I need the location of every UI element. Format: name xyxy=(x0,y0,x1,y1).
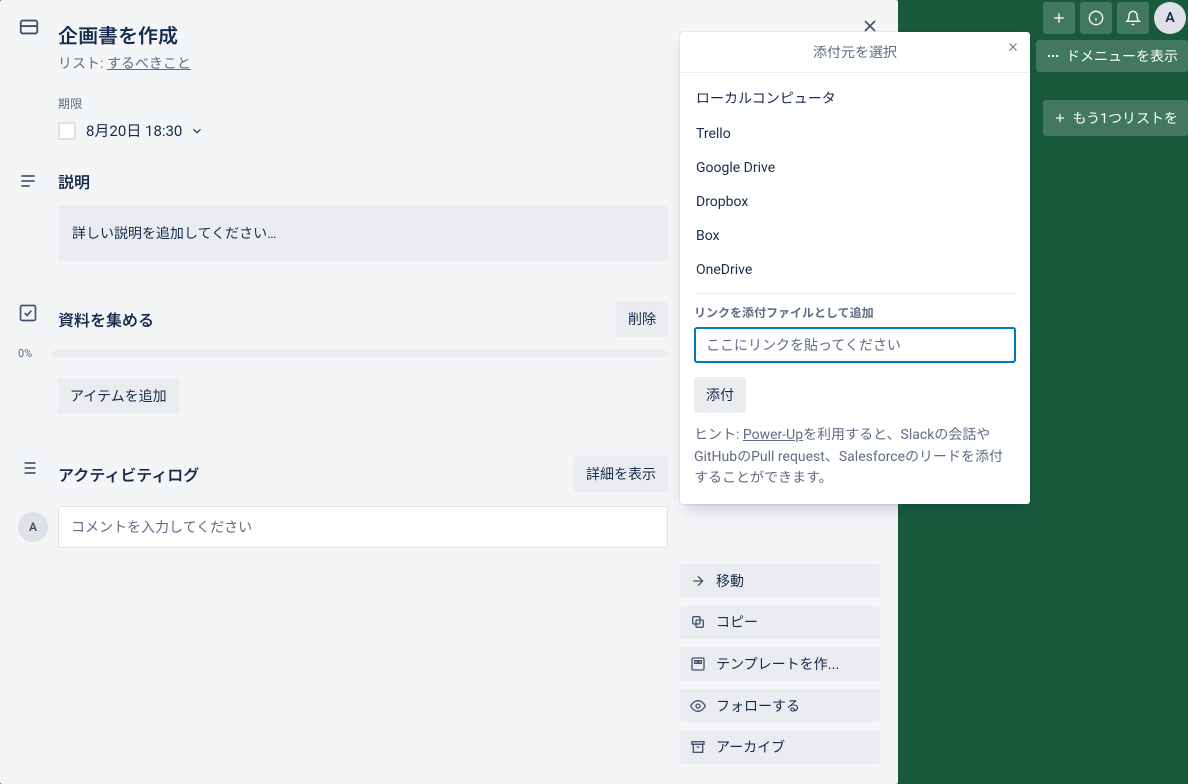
show-details-button[interactable]: 詳細を表示 xyxy=(574,456,668,492)
make-template-button[interactable]: テンプレートを作... xyxy=(680,647,880,681)
follow-button[interactable]: フォローする xyxy=(680,689,880,723)
attach-link-input[interactable] xyxy=(694,327,1016,363)
attach-button[interactable]: 添付 xyxy=(694,377,746,413)
archive-button[interactable]: アーカイブ xyxy=(680,730,880,764)
arrow-right-icon xyxy=(690,573,706,589)
power-up-link[interactable]: Power-Up xyxy=(743,427,803,443)
due-date-checkbox[interactable] xyxy=(58,122,76,140)
source-onedrive[interactable]: OneDrive xyxy=(694,253,1016,287)
due-date-value: 8月20日 18:30 xyxy=(86,120,182,141)
copy-icon xyxy=(690,614,706,630)
popover-title: 添付元を選択 xyxy=(813,45,897,61)
top-header-buttons: A xyxy=(1043,2,1186,34)
description-icon xyxy=(18,169,58,191)
source-dropbox[interactable]: Dropbox xyxy=(694,185,1016,219)
activity-icon xyxy=(18,456,58,478)
source-trello[interactable]: Trello xyxy=(694,117,1016,151)
hint-prefix: ヒント: xyxy=(694,427,743,443)
hint-text: ヒント: Power-Upを利用すると、Slackの会話やGitHubのPull… xyxy=(694,425,1016,490)
checklist-progress-bar xyxy=(52,350,668,358)
header-avatar[interactable]: A xyxy=(1154,2,1186,34)
move-label: 移動 xyxy=(716,571,744,591)
card-title[interactable]: 企画書を作成 xyxy=(58,20,668,49)
description-input[interactable]: 詳しい説明を追加してください… xyxy=(58,205,668,261)
eye-icon xyxy=(690,698,706,714)
add-checklist-item-button[interactable]: アイテムを追加 xyxy=(58,378,179,414)
plus-icon xyxy=(1053,111,1067,125)
checklist-icon xyxy=(18,301,58,323)
chevron-down-icon xyxy=(190,124,204,138)
info-button[interactable] xyxy=(1080,2,1112,34)
source-box[interactable]: Box xyxy=(694,219,1016,253)
copy-label: コピー xyxy=(716,612,758,632)
source-google-drive[interactable]: Google Drive xyxy=(694,151,1016,185)
archive-icon xyxy=(690,739,706,755)
board-menu-label: ドメニューを表示 xyxy=(1066,46,1178,66)
template-icon xyxy=(690,656,706,672)
checklist-progress-pct: 0% xyxy=(18,347,42,360)
add-list-label: もう1つリストを xyxy=(1073,108,1178,128)
checklist-title[interactable]: 資料を集める xyxy=(58,307,154,331)
move-button[interactable]: 移動 xyxy=(680,564,880,598)
popover-close-icon[interactable] xyxy=(1006,40,1020,54)
attach-link-label: リンクを添付ファイルとして追加 xyxy=(694,304,1016,321)
divider xyxy=(694,293,1016,294)
card-list-info: リスト: するべきこと xyxy=(58,53,668,73)
notifications-button[interactable] xyxy=(1117,2,1149,34)
follow-label: フォローする xyxy=(716,696,800,716)
user-avatar: A xyxy=(18,512,48,542)
archive-label: アーカイブ xyxy=(716,737,785,757)
menu-dots-icon xyxy=(1046,49,1060,63)
copy-button[interactable]: コピー xyxy=(680,606,880,640)
list-name-link[interactable]: するべきこと xyxy=(107,56,191,72)
comment-input[interactable] xyxy=(58,506,668,548)
plus-button[interactable] xyxy=(1043,2,1075,34)
delete-checklist-button[interactable]: 削除 xyxy=(616,301,668,337)
board-menu-button[interactable]: ドメニューを表示 xyxy=(1036,40,1188,72)
due-date-label: 期限 xyxy=(58,95,668,112)
source-local-computer[interactable]: ローカルコンピュータ xyxy=(694,79,1016,117)
template-label: テンプレートを作... xyxy=(716,654,839,674)
list-prefix: リスト: xyxy=(58,56,103,72)
card-icon xyxy=(18,14,58,38)
add-another-list-button[interactable]: もう1つリストを xyxy=(1043,100,1188,136)
description-heading: 説明 xyxy=(58,169,668,193)
activity-heading: アクティビティログ xyxy=(58,462,199,486)
attach-from-popover: 添付元を選択 ローカルコンピュータ Trello Google Drive Dr… xyxy=(680,32,1030,504)
due-date-button[interactable]: 8月20日 18:30 xyxy=(86,120,204,141)
